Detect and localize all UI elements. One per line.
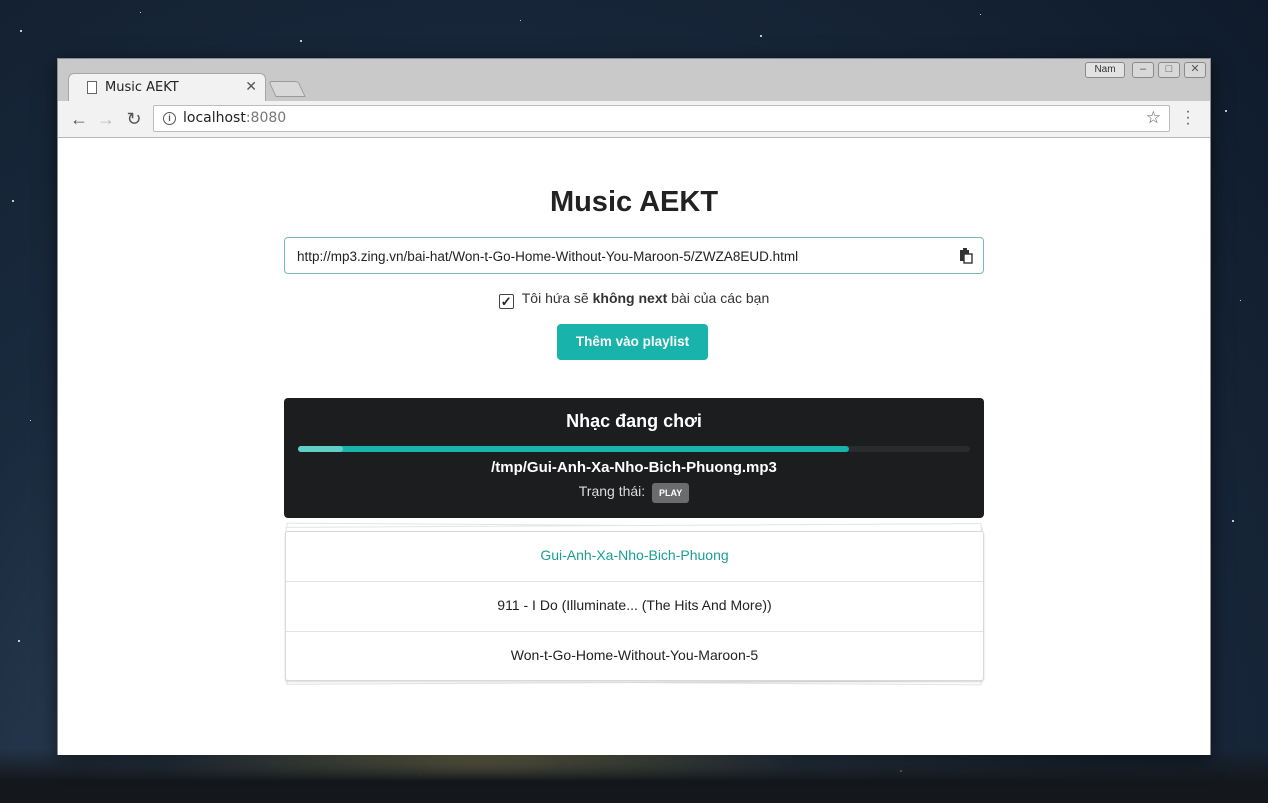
forward-button[interactable]: → [95,108,117,130]
now-playing-file: /tmp/Gui-Anh-Xa-Nho-Bich-Phuong.mp3 [491,459,777,476]
song-url-input[interactable] [297,244,937,268]
url-text: localhost:8080 [183,110,286,126]
star [1240,300,1241,301]
star [30,420,31,421]
star [760,35,762,37]
paste-icon[interactable] [959,248,973,264]
star [1232,520,1234,522]
star [1225,110,1227,112]
status-badge: PLAY [652,483,690,503]
song-url-field[interactable] [284,237,984,274]
page-icon [87,81,97,94]
page-title: Music AEKT [549,186,719,218]
address-bar[interactable]: i localhost:8080 ☆ [153,105,1170,132]
info-icon[interactable]: i [163,112,176,125]
tab-title: Music AEKT [105,80,179,95]
playlist-item[interactable]: Won-t-Go-Home-Without-You-Maroon-5 [286,632,983,682]
progress-bar[interactable] [298,446,970,452]
profile-button[interactable]: Nam [1085,62,1125,78]
now-playing-title: Nhạc đang chơi [566,411,702,431]
playlist: Gui-Anh-Xa-Nho-Bich-Phuong 911 - I Do (I… [285,531,984,681]
back-button[interactable]: ← [68,108,90,130]
star [980,14,981,15]
star [300,40,302,42]
player-status: Trạng thái: PLAY [284,483,984,503]
menu-icon[interactable]: · · · [1180,104,1196,132]
add-to-playlist-button[interactable]: Thêm vào playlist [557,324,708,360]
playlist-item[interactable]: 911 - I Do (Illuminate... (The Hits And … [286,582,983,632]
playlist-item[interactable]: Gui-Anh-Xa-Nho-Bich-Phuong [286,532,983,582]
status-label: Trạng thái: [578,483,646,499]
now-playing-panel: Nhạc đang chơi /tmp/Gui-Anh-Xa-Nho-Bich-… [284,398,984,518]
url-host: localhost [183,110,246,126]
bookmark-star-icon[interactable]: ☆ [1146,108,1161,128]
star [140,12,141,13]
browser-toolbar: ← → ↻ i localhost:8080 ☆ · · · [58,101,1210,138]
progress-fill [298,446,850,452]
promise-text-prefix: Tôi hứa sẽ [521,290,593,306]
close-window-button[interactable]: ✕ [1184,62,1206,78]
star [18,640,20,642]
landscape-silhouette [0,748,1268,803]
tab-music-aekt[interactable]: Music AEKT ✕ [68,73,266,101]
close-icon[interactable]: ✕ [245,78,257,95]
promise-text-bold: không next [592,290,668,306]
page-content: Music AEKT ✓ Tôi hứa sẽ không next bài củ… [58,139,1210,755]
reload-button[interactable]: ↻ [123,108,145,130]
minimize-button[interactable]: – [1132,62,1154,78]
star [12,200,14,202]
star [520,20,521,21]
tab-strip: Music AEKT ✕ Nam – □ ✕ [58,59,1210,101]
progress-highlight [298,446,343,452]
promise-checkbox[interactable]: ✓ [498,294,514,309]
new-tab-button[interactable] [268,81,306,97]
browser-window: Music AEKT ✕ Nam – □ ✕ ← → ↻ i localhost… [57,58,1211,755]
promise-row: ✓ Tôi hứa sẽ không next bài của các bạn [58,290,1210,309]
star [20,30,22,32]
promise-text-suffix: bài của các bạn [667,290,770,306]
maximize-button[interactable]: □ [1158,62,1180,78]
url-port: :8080 [245,110,287,126]
